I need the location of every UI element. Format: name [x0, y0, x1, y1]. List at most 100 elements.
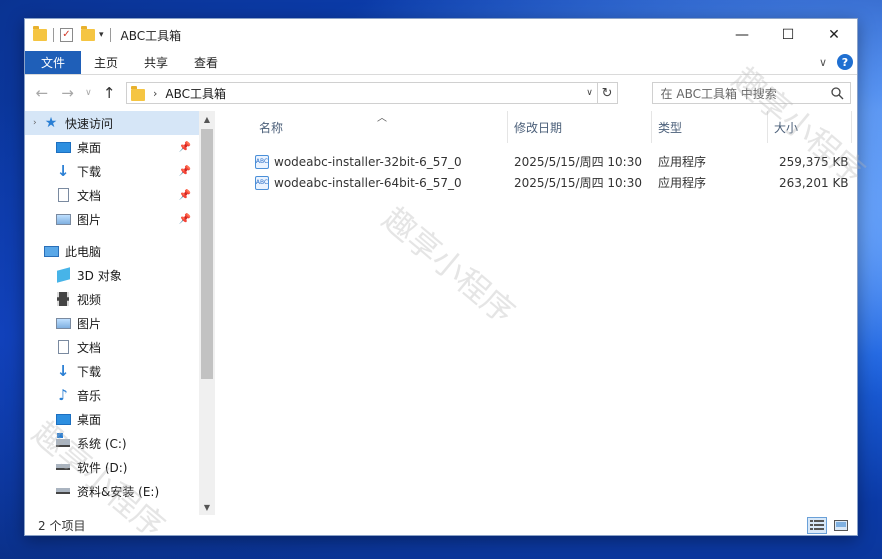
nav-item-pictures-pc[interactable]: 图片 — [25, 311, 199, 335]
video-icon — [55, 292, 71, 306]
back-button[interactable]: ← — [31, 82, 53, 104]
customize-toolbar-arrow-icon[interactable]: ▾ — [99, 30, 104, 40]
toolbar-divider — [109, 28, 111, 42]
large-icons-view-button[interactable] — [831, 517, 851, 534]
watermark: 趣享小程序 — [375, 199, 523, 332]
status-bar: 2 个项目 — [25, 515, 857, 535]
address-bar[interactable]: › ABC工具箱 ∨ ↻ — [126, 82, 618, 104]
address-history-icon[interactable]: ∨ — [583, 83, 597, 103]
nav-item-pictures[interactable]: 图片 📌 — [25, 207, 199, 231]
file-name: wodeabc-installer-32bit-6_57_0 — [274, 154, 462, 169]
up-button[interactable]: ↑ — [98, 82, 120, 104]
breadcrumb-separator: › — [153, 86, 158, 100]
nav-label: 下载 — [77, 364, 102, 379]
search-placeholder: 在 ABC工具箱 中搜索 — [660, 86, 777, 101]
file-size: 259,375 KB — [779, 154, 849, 169]
document-icon — [55, 340, 71, 354]
star-icon: ★ — [44, 115, 58, 131]
ribbon-tabs: 文件 主页 共享 查看 ∨ ? — [25, 51, 857, 75]
forward-button[interactable]: → — [57, 82, 79, 104]
scroll-up-icon[interactable]: ▲ — [199, 111, 215, 127]
nav-item-desktop-pc[interactable]: 桌面 — [25, 407, 199, 431]
tab-file[interactable]: 文件 — [25, 51, 82, 74]
column-type[interactable]: 类型 — [652, 111, 682, 143]
nav-quick-access[interactable]: › ★ 快速访问 — [25, 111, 199, 135]
details-view-button[interactable] — [807, 517, 827, 534]
details-view-icon — [810, 520, 824, 530]
system-drive-icon — [55, 433, 71, 450]
download-icon: ↓ — [56, 362, 70, 380]
column-size[interactable]: 大小 — [768, 111, 798, 143]
installer-app-icon: ABC — [255, 154, 269, 169]
nav-label: 音乐 — [77, 388, 102, 403]
nav-item-documents[interactable]: 文档 📌 — [25, 183, 199, 207]
scroll-thumb[interactable] — [201, 129, 213, 379]
nav-item-drive-d[interactable]: 软件 (D:) — [25, 455, 199, 479]
file-list: ︿ 名称 修改日期 类型 大小 ABC wodeabc-installer-32… — [215, 60, 872, 515]
address-row: ← → ∨ ↑ › ABC工具箱 ∨ ↻ 在 ABC工具箱 中搜索 — [25, 75, 857, 111]
column-modified[interactable]: 修改日期 — [508, 111, 562, 143]
search-input[interactable]: 在 ABC工具箱 中搜索 — [651, 82, 852, 104]
tab-home[interactable]: 主页 — [81, 51, 131, 74]
breadcrumb-current[interactable]: ABC工具箱 — [165, 85, 226, 102]
properties-icon[interactable]: ✓ — [60, 28, 73, 42]
nav-item-desktop[interactable]: 桌面 📌 — [25, 135, 199, 159]
pin-icon: 📌 — [178, 141, 191, 153]
window-title: ABC工具箱 — [120, 28, 182, 43]
column-headers: ︿ 名称 修改日期 类型 大小 — [235, 111, 857, 143]
recent-locations-icon[interactable]: ∨ — [82, 82, 94, 104]
file-name: wodeabc-installer-64bit-6_57_0 — [274, 175, 462, 190]
nav-item-documents-pc[interactable]: 文档 — [25, 335, 199, 359]
expand-ribbon-icon[interactable]: ∨ — [819, 56, 827, 69]
picture-icon — [55, 316, 71, 330]
nav-label: 资料&安装 (E:) — [77, 484, 160, 499]
refresh-icon[interactable]: ↻ — [596, 83, 617, 103]
nav-label: 3D 对象 — [77, 268, 122, 283]
column-name[interactable]: 名称 — [253, 111, 283, 143]
main-content: › ★ 快速访问 桌面 📌 ↓ 下载 📌 文档 📌 图片 📌 此电脑 3D 对象… — [25, 60, 872, 515]
close-button[interactable]: ✕ — [811, 19, 857, 51]
chevron-right-icon[interactable]: › — [33, 118, 43, 128]
nav-item-3d-objects[interactable]: 3D 对象 — [25, 263, 199, 287]
minimize-button[interactable]: — — [719, 19, 765, 51]
installer-app-icon: ABC — [255, 175, 269, 190]
file-type: 应用程序 — [658, 176, 707, 190]
nav-item-downloads[interactable]: ↓ 下载 📌 — [25, 159, 199, 183]
scroll-down-icon[interactable]: ▼ — [199, 499, 215, 515]
computer-icon — [43, 244, 59, 258]
nav-label: 下载 — [77, 164, 102, 179]
search-icon[interactable] — [830, 86, 844, 100]
large-icons-view-icon — [834, 520, 848, 531]
pin-icon: 📌 — [178, 213, 191, 225]
nav-item-music[interactable]: ♪ 音乐 — [25, 383, 199, 407]
maximize-button[interactable]: ☐ — [765, 19, 811, 51]
music-icon: ♪ — [58, 386, 68, 404]
nav-item-drive-c[interactable]: 系统 (C:) — [25, 431, 199, 455]
nav-label: 视频 — [77, 292, 102, 307]
nav-scrollbar[interactable]: ▲ ▼ — [199, 111, 215, 515]
tab-share[interactable]: 共享 — [131, 51, 181, 74]
title-bar: ✓ ▾ ABC工具箱 — ☐ ✕ — [25, 19, 857, 51]
column-divider[interactable] — [851, 111, 852, 143]
navigation-pane: › ★ 快速访问 桌面 📌 ↓ 下载 📌 文档 📌 图片 📌 此电脑 3D 对象… — [25, 111, 199, 515]
item-count: 2 个项目 — [38, 518, 86, 533]
pin-icon: 📌 — [178, 165, 191, 177]
nav-label: 图片 — [77, 316, 102, 331]
nav-item-downloads-pc[interactable]: ↓ 下载 — [25, 359, 199, 383]
nav-item-videos[interactable]: 视频 — [25, 287, 199, 311]
help-icon[interactable]: ? — [837, 54, 853, 70]
table-row[interactable]: ABC wodeabc-installer-32bit-6_57_0 2025/… — [235, 151, 857, 172]
nav-this-pc[interactable]: 此电脑 — [25, 239, 199, 263]
folder-icon[interactable] — [33, 26, 47, 41]
document-icon — [55, 188, 71, 202]
picture-icon — [55, 212, 71, 226]
nav-label: 系统 (C:) — [77, 436, 127, 451]
nav-label: 此电脑 — [65, 244, 102, 259]
desktop-icon — [55, 412, 71, 426]
new-folder-icon[interactable] — [81, 26, 95, 41]
tab-view[interactable]: 查看 — [181, 51, 231, 74]
drive-icon — [55, 484, 71, 498]
table-row[interactable]: ABC wodeabc-installer-64bit-6_57_0 2025/… — [235, 172, 857, 193]
nav-item-drive-e[interactable]: 资料&安装 (E:) — [25, 479, 199, 503]
download-icon: ↓ — [56, 162, 70, 180]
